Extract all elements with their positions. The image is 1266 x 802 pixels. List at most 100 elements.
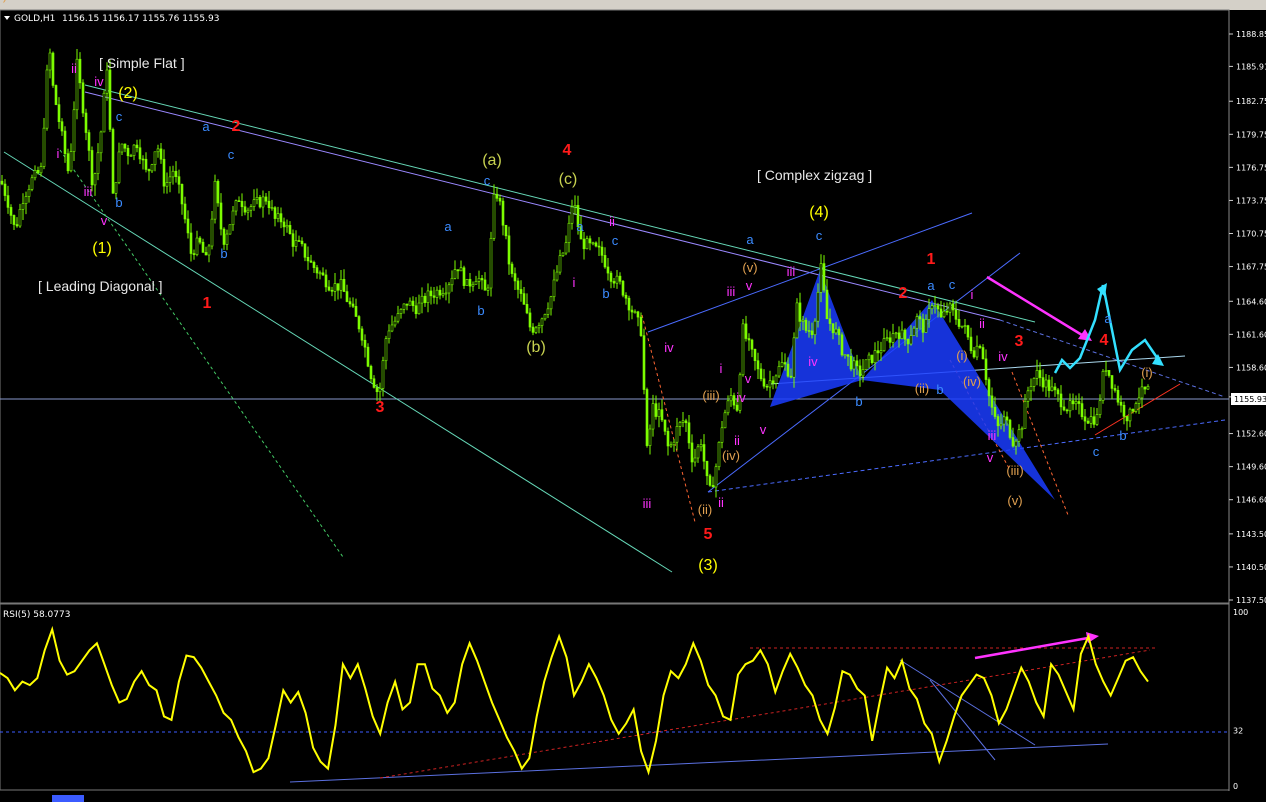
candle-body [99, 131, 103, 154]
candle-body [486, 287, 490, 291]
candle-body [498, 198, 502, 202]
candle-body [645, 389, 649, 446]
candle-body [234, 200, 238, 212]
candle-body [411, 300, 415, 307]
wave-label: 2 [899, 285, 908, 302]
candle-body [657, 409, 661, 417]
rsi-panel[interactable] [0, 603, 1230, 791]
candle-body [54, 85, 58, 105]
candle-body [930, 305, 934, 310]
candle-body [936, 305, 940, 310]
candle-body [1110, 375, 1114, 389]
wave-label: 4 [1100, 332, 1109, 349]
candle-body [618, 275, 622, 282]
candle-body [945, 310, 949, 313]
candle-body [1143, 386, 1147, 390]
candle-body [759, 368, 763, 380]
candle-body [819, 263, 823, 293]
price-tick-label: 1149.60 [1236, 463, 1266, 472]
candle-body [741, 323, 745, 376]
candle-body [438, 289, 442, 296]
candle-body [633, 311, 637, 314]
rsi-tick-label: 0 [1233, 782, 1238, 791]
candle-body [318, 272, 322, 275]
candle-body [441, 293, 445, 296]
price-tick-label: 1164.60 [1236, 297, 1266, 306]
wave-label: v [987, 450, 994, 465]
candle-body [531, 326, 535, 333]
candle-body [339, 279, 343, 291]
candle-body [465, 278, 469, 286]
candle-body [90, 150, 94, 186]
candle-body [756, 360, 760, 370]
wave-label: i [573, 275, 576, 290]
wave-label: (4) [809, 204, 829, 221]
candle-body [816, 292, 820, 322]
candle-body [1089, 416, 1093, 424]
candle-body [696, 446, 700, 459]
candle-body [612, 281, 616, 284]
candle-body [351, 303, 355, 307]
wave-label: a [1104, 311, 1112, 326]
candle-body [0, 180, 4, 185]
candle-body [795, 302, 799, 339]
candle-body [393, 320, 397, 326]
candle-body [489, 238, 493, 289]
candle-body [381, 360, 385, 389]
candle-body [846, 354, 850, 357]
candle-body [138, 147, 142, 160]
candle-body [882, 338, 886, 352]
candle-body [144, 158, 148, 170]
wave-label: iv [808, 354, 818, 369]
candle-body [504, 224, 508, 237]
candle-body [717, 441, 721, 468]
candle-body [246, 209, 250, 213]
candle-body [573, 205, 577, 208]
candle-body [582, 238, 586, 250]
candle-body [108, 69, 112, 130]
candle-body [840, 334, 844, 356]
candle-body [3, 183, 7, 196]
candle-body [126, 147, 130, 157]
candle-body [1131, 408, 1135, 412]
candle-body [114, 182, 118, 194]
candle-body [18, 208, 22, 227]
candle-body [168, 176, 172, 183]
candle-body [390, 324, 394, 332]
candle-body [477, 278, 481, 282]
candle-body [12, 215, 16, 225]
status-tab[interactable] [52, 795, 84, 802]
candle-body [747, 338, 751, 341]
candle-body [837, 328, 841, 336]
wave-label: b [220, 246, 227, 261]
wave-label: a [576, 219, 584, 234]
candle-body [843, 354, 847, 356]
wave-label: iii [988, 428, 997, 443]
candle-body [72, 109, 76, 152]
candle-body [1026, 390, 1030, 402]
candle-body [534, 327, 538, 333]
candle-body [297, 240, 301, 242]
price-tick-label: 1176.75 [1236, 163, 1266, 172]
candle-body [483, 279, 487, 291]
rsi-axis: 100 32 0 [1233, 608, 1248, 791]
candle-body [1020, 428, 1024, 431]
candle-body [675, 426, 679, 443]
candle-body [591, 242, 595, 245]
candle-body [480, 278, 484, 281]
candle-body [744, 323, 748, 339]
wave-label: iii [787, 264, 796, 279]
wave-label: b [477, 303, 484, 318]
candle-body [198, 237, 202, 243]
candle-body [132, 144, 136, 156]
candle-body [540, 318, 544, 326]
wave-label: 3 [1015, 333, 1024, 350]
candle-body [471, 283, 475, 287]
candle-body [792, 337, 796, 378]
candle-body [804, 319, 808, 331]
candle-body [822, 263, 826, 291]
candle-body [285, 225, 289, 228]
candle-body [711, 485, 715, 488]
candle-body [732, 395, 736, 406]
price-panel[interactable] [0, 9, 1230, 604]
